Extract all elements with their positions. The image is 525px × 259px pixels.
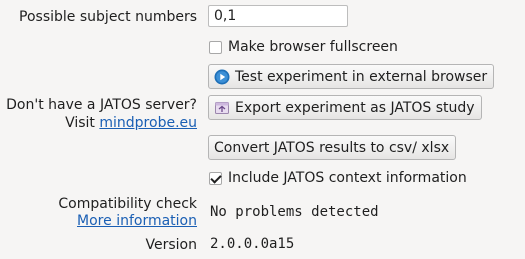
version-label: Version (145, 237, 197, 253)
convert-results-button[interactable]: Convert JATOS results to csv/ xlsx (208, 135, 457, 160)
context-info-checkbox-row[interactable]: Include JATOS context information (209, 169, 467, 187)
export-jatos-study-button[interactable]: Export experiment as JATOS study (208, 95, 482, 120)
more-information-link[interactable]: More information (77, 212, 197, 230)
visit-label: Visit (65, 115, 95, 131)
fullscreen-checkbox-row[interactable]: Make browser fullscreen (209, 38, 398, 56)
context-info-checkbox[interactable] (209, 171, 222, 185)
context-info-label: Include JATOS context information (228, 170, 467, 186)
play-icon (214, 69, 230, 85)
jatos-server-prompt: Don't have a JATOS server? (6, 97, 197, 113)
subject-numbers-label: Possible subject numbers (19, 9, 197, 25)
jatos-export-panel: Possible subject numbers Make browser fu… (0, 0, 525, 259)
export-icon (214, 100, 230, 116)
subject-numbers-input[interactable] (208, 5, 348, 27)
jatos-server-visit: Visit mindprobe.eu (65, 114, 197, 132)
test-experiment-label: Test experiment in external browser (235, 68, 488, 85)
compatibility-label: Compatibility check (58, 196, 197, 212)
export-jatos-study-label: Export experiment as JATOS study (235, 99, 475, 116)
fullscreen-checkbox[interactable] (209, 40, 222, 54)
convert-results-label: Convert JATOS results to csv/ xlsx (214, 139, 450, 156)
compatibility-result: No problems detected (210, 204, 379, 220)
test-experiment-button[interactable]: Test experiment in external browser (208, 64, 495, 89)
version-value: 2.0.0.0a15 (210, 236, 295, 252)
mindprobe-link[interactable]: mindprobe.eu (99, 115, 197, 131)
fullscreen-label: Make browser fullscreen (228, 39, 398, 55)
